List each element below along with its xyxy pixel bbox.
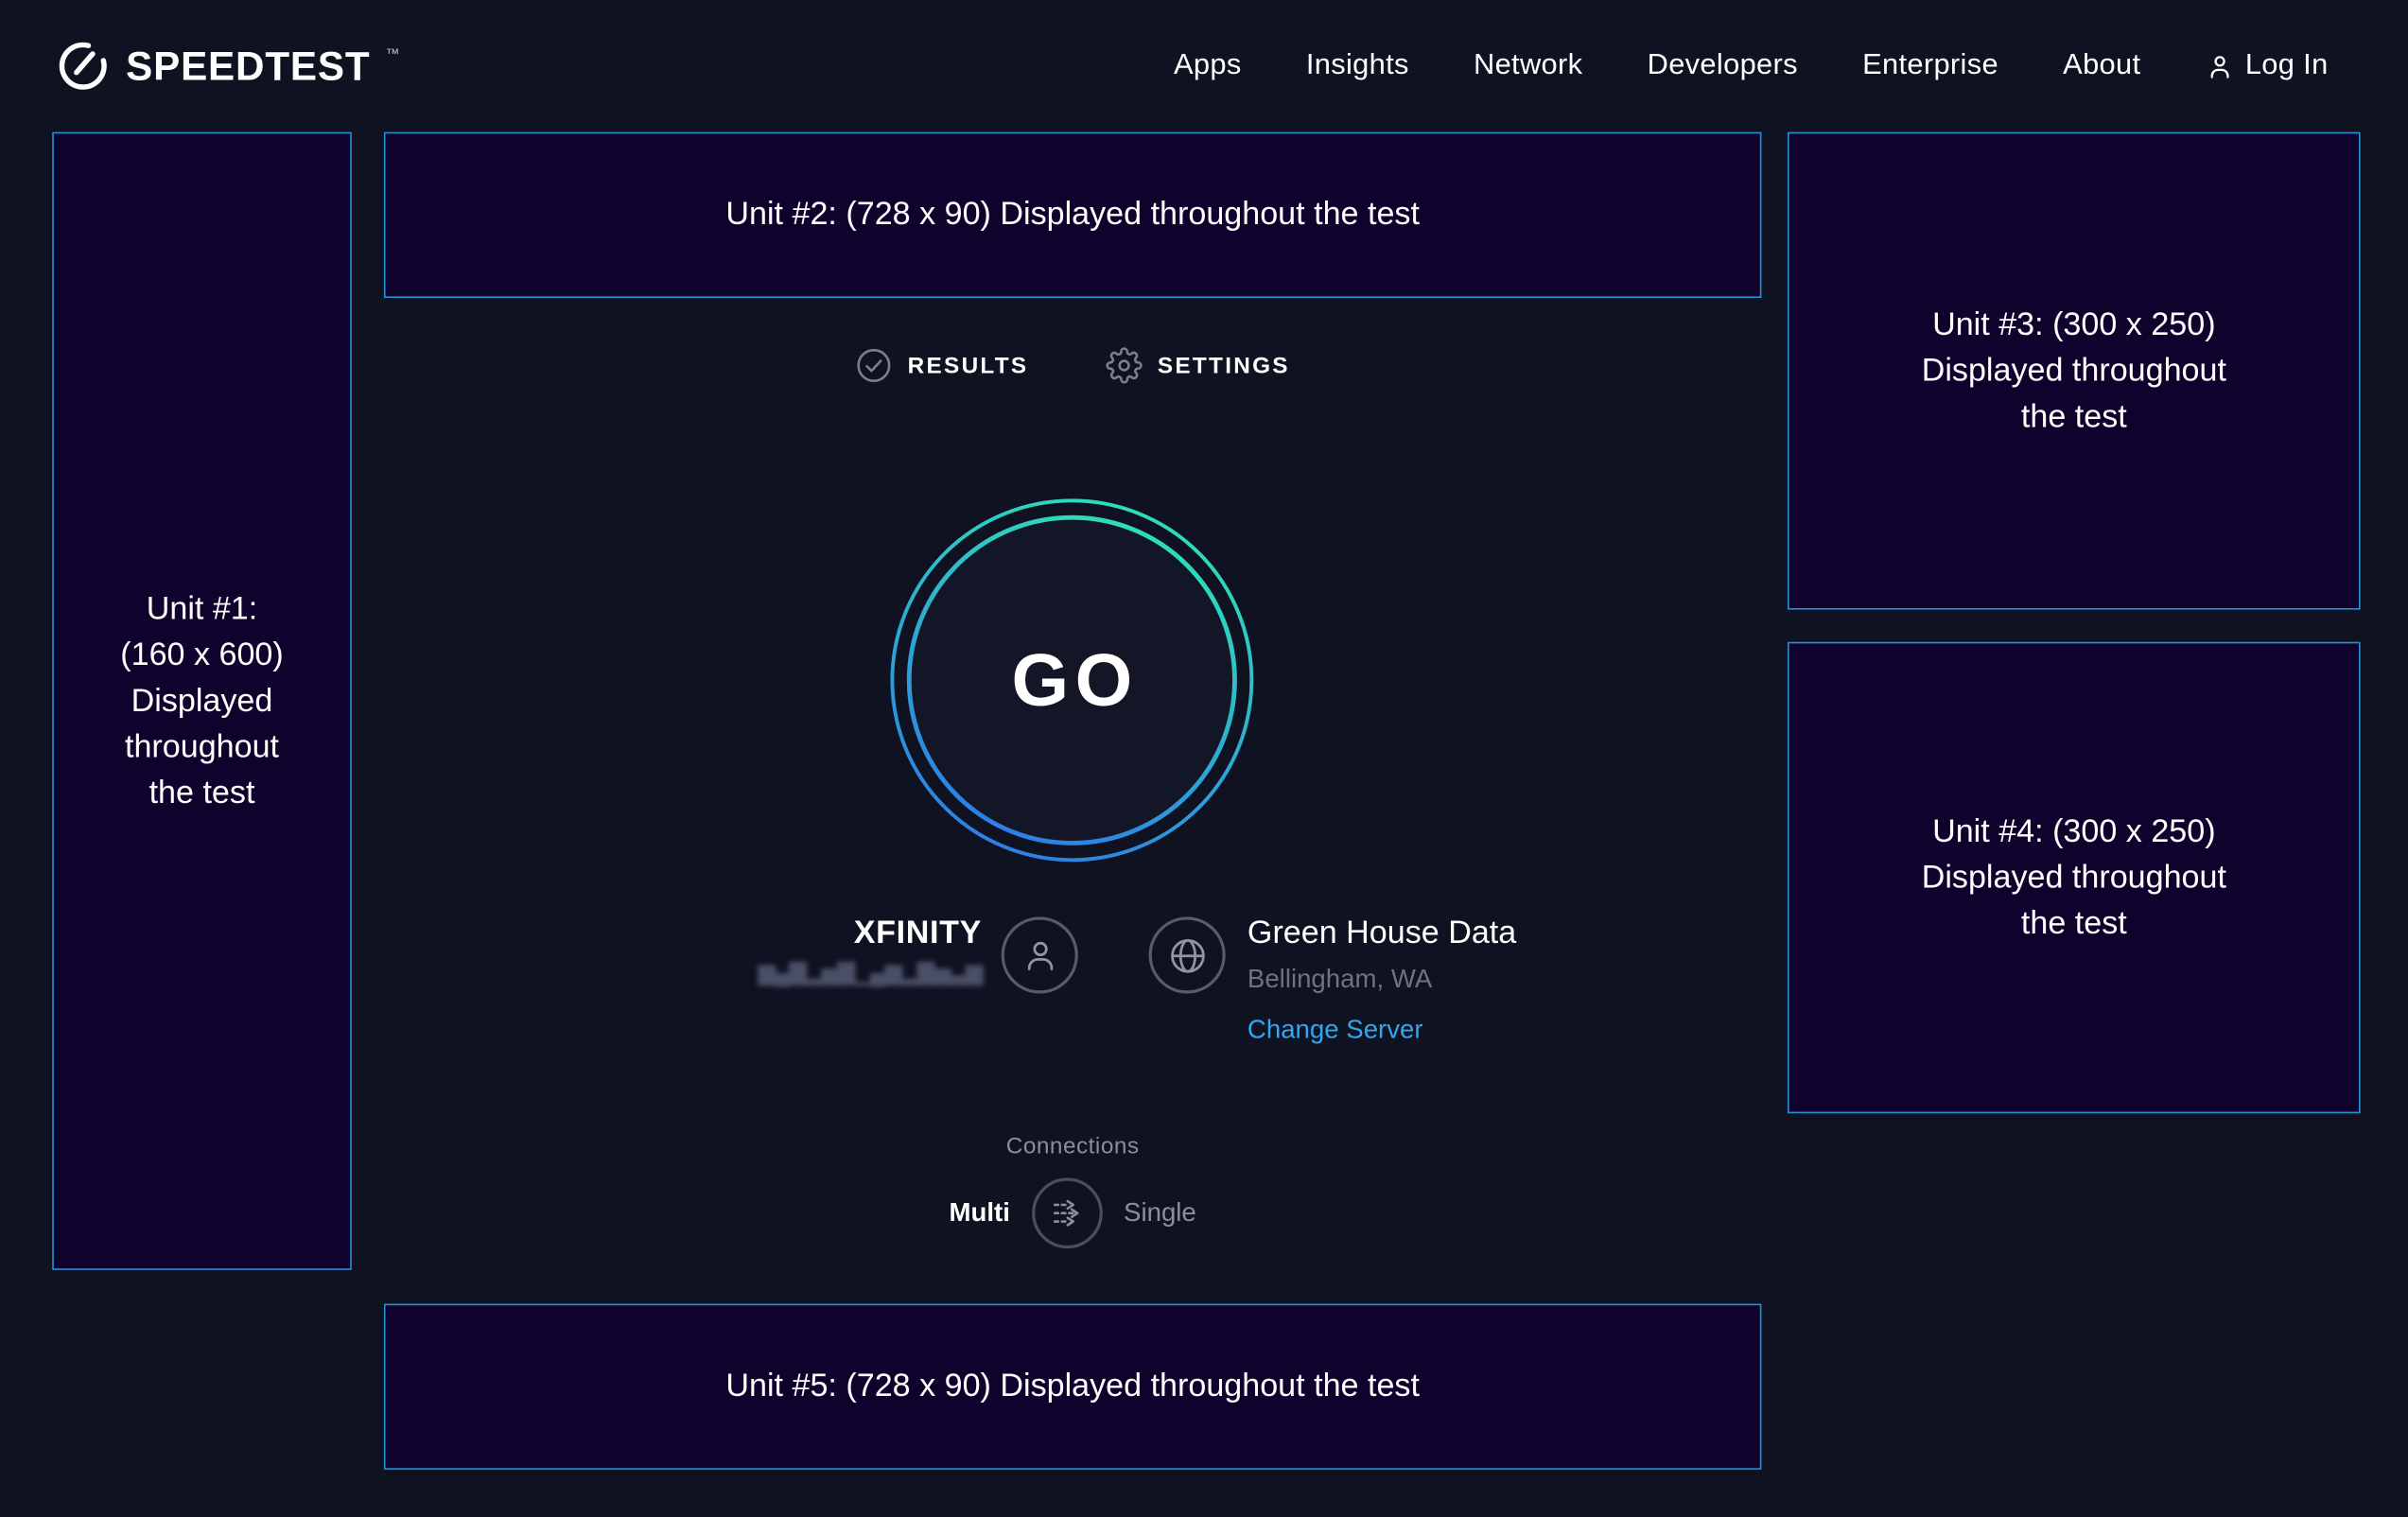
ad-unit-2[interactable]: Unit #2: (728 x 90) Displayed throughout… — [384, 132, 1761, 298]
ad-unit-3[interactable]: Unit #3: (300 x 250) Displayed throughou… — [1788, 132, 2361, 610]
connections-toggle-button[interactable] — [1032, 1177, 1103, 1248]
ad-unit-1-text: Unit #1: (160 x 600) Displayed throughou… — [120, 585, 283, 816]
nav-item-apps[interactable]: Apps — [1174, 49, 1242, 83]
isp-name: XFINITY — [854, 914, 982, 953]
login-button[interactable]: Log In — [2206, 49, 2329, 83]
go-button[interactable]: GO — [888, 496, 1257, 864]
tab-results[interactable]: RESULTS — [855, 347, 1028, 384]
connections-row: Multi Single — [950, 1177, 1196, 1248]
tab-results-label: RESULTS — [908, 353, 1029, 379]
logo-wordmark: SPEEDTEST — [126, 43, 370, 90]
multi-arrows-icon — [1047, 1194, 1087, 1233]
isp-info: XFINITY ▆▄▇▂▅▇▁▄▆▂▇▅▃▆ — [758, 914, 982, 985]
isp-user-icon — [1002, 916, 1078, 993]
speedtest-gauge-icon — [54, 37, 113, 96]
nav-item-network[interactable]: Network — [1474, 49, 1582, 83]
tab-settings[interactable]: SETTINGS — [1106, 347, 1290, 384]
ad-unit-5-text: Unit #5: (728 x 90) Displayed throughout… — [725, 1364, 1420, 1410]
nav-item-about[interactable]: About — [2063, 49, 2140, 83]
test-meta-row: XFINITY ▆▄▇▂▅▇▁▄▆▂▇▅▃▆ Green House Data … — [448, 914, 1825, 1046]
ad-unit-4[interactable]: Unit #4: (300 x 250) Displayed throughou… — [1788, 642, 2361, 1113]
ad-unit-4-text: Unit #4: (300 x 250) Displayed throughou… — [1922, 809, 2226, 947]
server-info: Green House Data Bellingham, WA Change S… — [1248, 914, 1516, 1046]
gear-icon — [1106, 347, 1143, 384]
ad-unit-2-text: Unit #2: (728 x 90) Displayed throughout… — [725, 192, 1420, 238]
ad-unit-1[interactable]: Unit #1: (160 x 600) Displayed throughou… — [52, 132, 352, 1270]
server-globe-icon — [1149, 916, 1226, 993]
masked-ip: ▆▄▇▂▅▇▁▄▆▂▇▅▃▆ — [758, 963, 982, 985]
connections-section: Connections Multi Single — [384, 1133, 1761, 1248]
tab-settings-label: SETTINGS — [1158, 353, 1290, 379]
login-label: Log In — [2245, 49, 2329, 83]
user-icon — [2206, 51, 2235, 80]
go-button-label: GO — [888, 496, 1257, 864]
top-nav: SPEEDTEST ™ Apps Insights Network Develop… — [0, 0, 2408, 132]
check-circle-icon — [855, 347, 892, 384]
nav-item-insights[interactable]: Insights — [1306, 49, 1409, 83]
ad-unit-3-text: Unit #3: (300 x 250) Displayed throughou… — [1922, 302, 2226, 440]
server-name: Green House Data — [1248, 914, 1516, 953]
nav-item-enterprise[interactable]: Enterprise — [1862, 49, 1998, 83]
connections-label: Connections — [1006, 1133, 1140, 1160]
trademark-mark: ™ — [386, 46, 400, 61]
server-location: Bellingham, WA — [1248, 965, 1432, 995]
speedtest-page: SPEEDTEST ™ Apps Insights Network Develop… — [0, 0, 2408, 1517]
connections-multi-label[interactable]: Multi — [950, 1198, 1010, 1229]
logo[interactable]: SPEEDTEST ™ — [54, 37, 398, 96]
change-server-link[interactable]: Change Server — [1248, 1015, 1423, 1045]
nav-links: Apps Insights Network Developers Enterpr… — [1174, 49, 2329, 83]
tab-bar: RESULTS SETTINGS — [384, 340, 1761, 390]
connections-single-label[interactable]: Single — [1124, 1198, 1196, 1229]
ad-unit-5[interactable]: Unit #5: (728 x 90) Displayed throughout… — [384, 1304, 1761, 1470]
nav-item-developers[interactable]: Developers — [1648, 49, 1798, 83]
